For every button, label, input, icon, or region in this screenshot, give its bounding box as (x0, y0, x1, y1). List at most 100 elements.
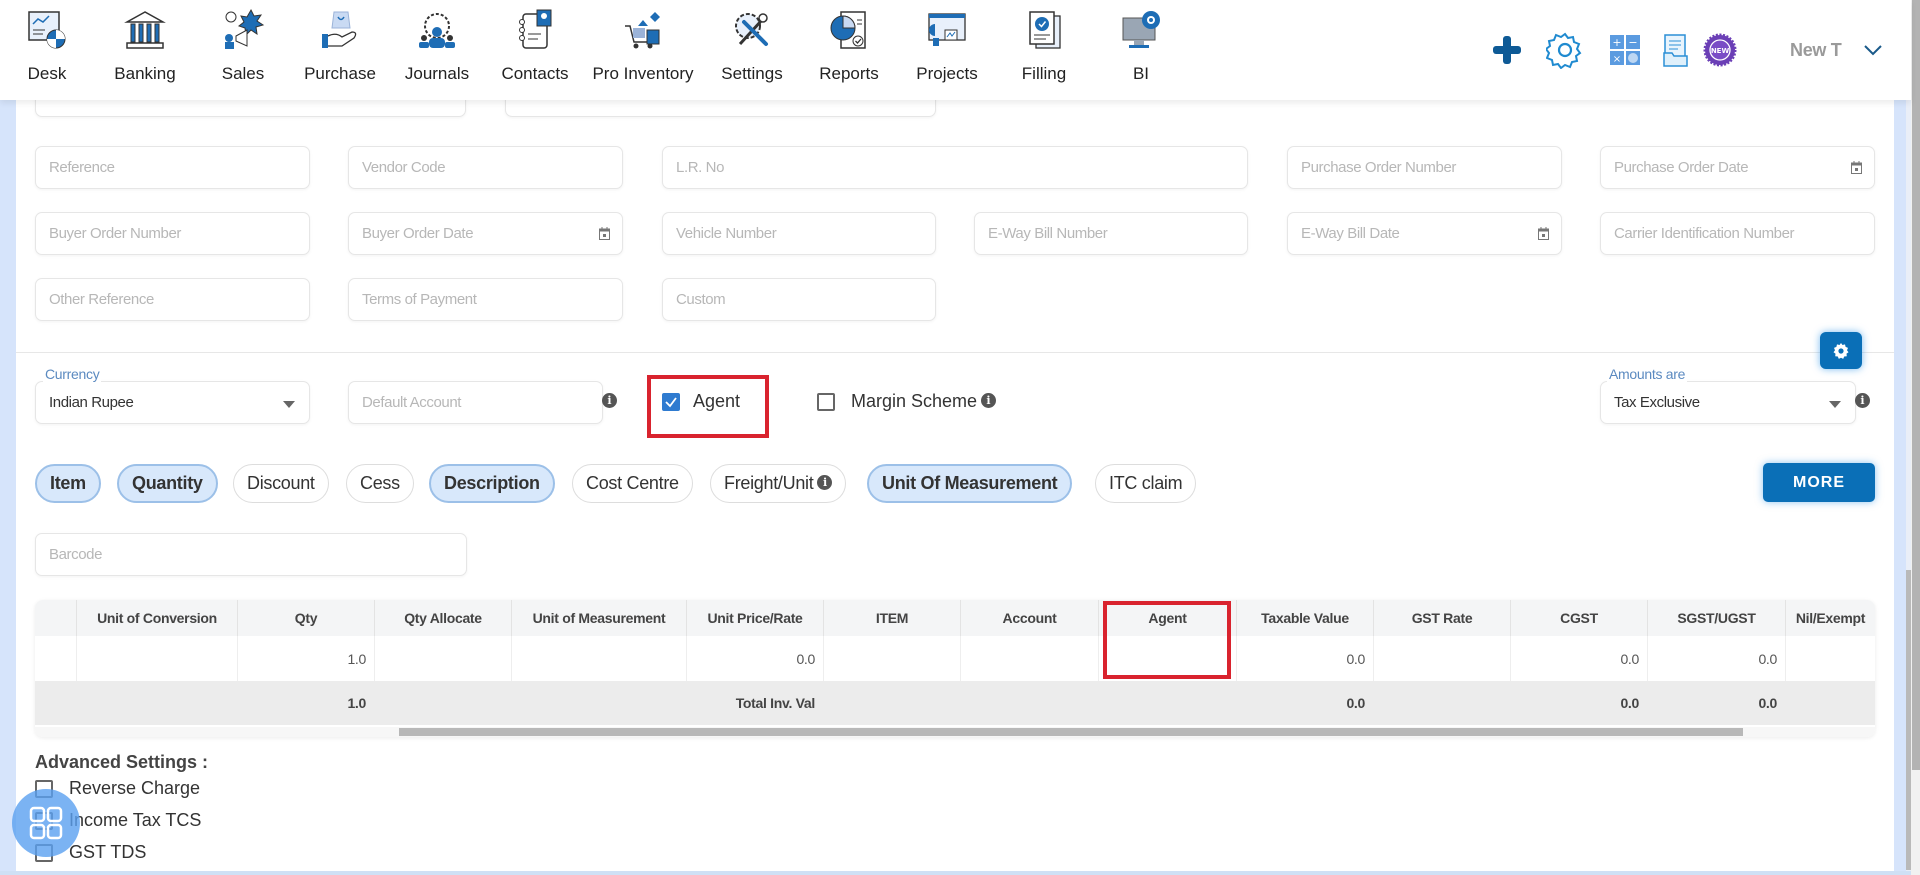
nav-reports[interactable]: Reports (794, 8, 904, 84)
chip-item[interactable]: Item (35, 464, 101, 503)
apps-menu-button[interactable] (12, 789, 80, 857)
table-cell[interactable] (374, 636, 511, 681)
calculator-icon[interactable]: + −× (1606, 31, 1644, 69)
page-scrollbar-thumb[interactable] (1912, 0, 1920, 770)
buyer-order-date-input[interactable]: Buyer Order Date (348, 212, 623, 255)
chip-cost-centre[interactable]: Cost Centre (572, 464, 693, 503)
buyer-order-number-input[interactable]: Buyer Order Number (35, 212, 310, 255)
lr-no-input[interactable]: L.R. No (662, 146, 1248, 189)
table-cell[interactable] (511, 636, 686, 681)
table-cell[interactable]: 0.0 (1510, 636, 1647, 681)
purchase-order-date-placeholder: Purchase Order Date (1614, 159, 1749, 176)
reference-input[interactable]: Reference (35, 146, 310, 189)
default-account-input[interactable]: Default Account (348, 381, 603, 424)
table-cell[interactable] (960, 636, 1098, 681)
nav-desk[interactable]: Desk (0, 8, 102, 84)
info-icon[interactable]: i (602, 393, 617, 408)
calendar-icon[interactable] (1538, 227, 1549, 240)
eway-bill-date-input[interactable]: E-Way Bill Date (1287, 212, 1562, 255)
new-badge-icon[interactable]: NEW (1701, 31, 1739, 69)
chip-quantity[interactable]: Quantity (117, 464, 218, 503)
carrier-id-input[interactable]: Carrier Identification Number (1600, 212, 1875, 255)
nav-settings[interactable]: Settings (697, 8, 807, 84)
info-icon[interactable]: i (981, 393, 996, 408)
nav-banking[interactable]: Banking (90, 8, 200, 84)
table-header-cell: Unit of Measurement (511, 600, 686, 636)
more-button[interactable]: MORE (1763, 463, 1875, 502)
nav-sales[interactable]: Sales (188, 8, 298, 84)
chip-cess[interactable]: Cess (346, 464, 414, 503)
table-horizontal-scrollbar[interactable] (35, 727, 1875, 737)
nav-projects-label: Projects (916, 64, 978, 83)
chip-freight-unit-label: Freight/Unit (724, 473, 814, 493)
bi-monitor-gear-icon (1122, 11, 1160, 48)
table-total-cell (1098, 681, 1236, 725)
table-total-cell (511, 681, 686, 725)
nav-bi[interactable]: BI (1086, 8, 1196, 84)
table-total-cell: 0.0 (1620, 695, 1639, 711)
top-navigation-bar: Desk Banking Sales Purchase Journals Con… (0, 0, 1911, 100)
chip-freight-unit[interactable]: Freight/Unit i (710, 464, 847, 503)
calendar-icon[interactable] (599, 227, 610, 240)
table-header-row: Unit of Conversion Qty Qty Allocate Unit of… (35, 600, 1875, 636)
table-total-cell (1785, 681, 1875, 725)
amounts-are-select[interactable]: Tax Exclusive (1600, 381, 1856, 424)
table-row: 1.0 0.0 0.0 0.0 0.0 (35, 636, 1875, 681)
table-total-cell (35, 681, 76, 725)
chip-itc-claim[interactable]: ITC claim (1095, 464, 1197, 503)
gear-icon (1833, 342, 1849, 359)
table-header-cell: ITEM (823, 600, 960, 636)
table-scrollbar-thumb[interactable] (399, 728, 1743, 736)
other-reference-input[interactable]: Other Reference (35, 278, 310, 321)
table-cell[interactable]: 0.0 (686, 636, 823, 681)
purchase-order-number-input[interactable]: Purchase Order Number (1287, 146, 1562, 189)
purchase-order-date-input[interactable]: Purchase Order Date (1600, 146, 1875, 189)
currency-label: Currency (43, 366, 102, 382)
info-icon[interactable]: i (817, 474, 833, 490)
margin-scheme-label: Margin Scheme (851, 391, 978, 411)
bank-building-icon (124, 11, 166, 49)
table-cell[interactable] (35, 636, 76, 681)
document-folder-icon[interactable] (1656, 31, 1694, 69)
nav-projects[interactable]: Projects (892, 8, 1002, 84)
chip-unit-of-measurement[interactable]: Unit Of Measurement (867, 464, 1073, 503)
user-name-label[interactable]: New T (1790, 40, 1842, 61)
table-cell[interactable] (823, 636, 960, 681)
barcode-input[interactable]: Barcode (35, 533, 467, 576)
chevron-down-icon[interactable] (1862, 40, 1884, 60)
table-cell[interactable]: 0.0 (1647, 636, 1785, 681)
nav-contacts[interactable]: Contacts (480, 8, 590, 84)
chip-discount[interactable]: Discount (233, 464, 329, 503)
info-icon[interactable]: i (1855, 393, 1870, 408)
table-cell[interactable]: 0.0 (1236, 636, 1373, 681)
eway-bill-date-placeholder: E-Way Bill Date (1301, 225, 1400, 242)
chip-description[interactable]: Description (429, 464, 555, 503)
margin-scheme-checkbox[interactable] (817, 393, 835, 411)
plus-icon[interactable] (1488, 31, 1526, 69)
table-cell[interactable] (1785, 636, 1875, 681)
nav-banking-label: Banking (114, 64, 176, 83)
nav-filling-label: Filling (1021, 64, 1067, 83)
nav-pro-inventory[interactable]: Pro Inventory (588, 8, 698, 84)
table-header-cell: Unit of Conversion (76, 600, 237, 636)
table-cell[interactable] (1373, 636, 1510, 681)
nav-purchase[interactable]: Purchase (285, 8, 395, 84)
currency-select[interactable]: Indian Rupee (35, 381, 310, 424)
nav-filling[interactable]: Filling (989, 8, 1099, 84)
table-cell[interactable]: 1.0 (237, 636, 374, 681)
chip-description-label: Description (444, 473, 540, 493)
eway-bill-number-input[interactable]: E-Way Bill Number (974, 212, 1248, 255)
vendor-code-input[interactable]: Vendor Code (348, 146, 623, 189)
nav-journals[interactable]: Journals (382, 8, 492, 84)
page-scrollbar[interactable] (1911, 0, 1920, 875)
terms-of-payment-input[interactable]: Terms of Payment (348, 278, 623, 321)
vehicle-number-input[interactable]: Vehicle Number (662, 212, 936, 255)
table-cell[interactable] (76, 636, 237, 681)
custom-input[interactable]: Custom (662, 278, 936, 321)
column-settings-button[interactable] (1820, 332, 1862, 369)
nav-desk-label: Desk (27, 64, 67, 83)
calendar-icon[interactable] (1851, 161, 1862, 174)
chip-quantity-label: Quantity (132, 473, 203, 493)
chip-itc-claim-label: ITC claim (1109, 473, 1183, 493)
gear-icon[interactable] (1546, 31, 1584, 69)
